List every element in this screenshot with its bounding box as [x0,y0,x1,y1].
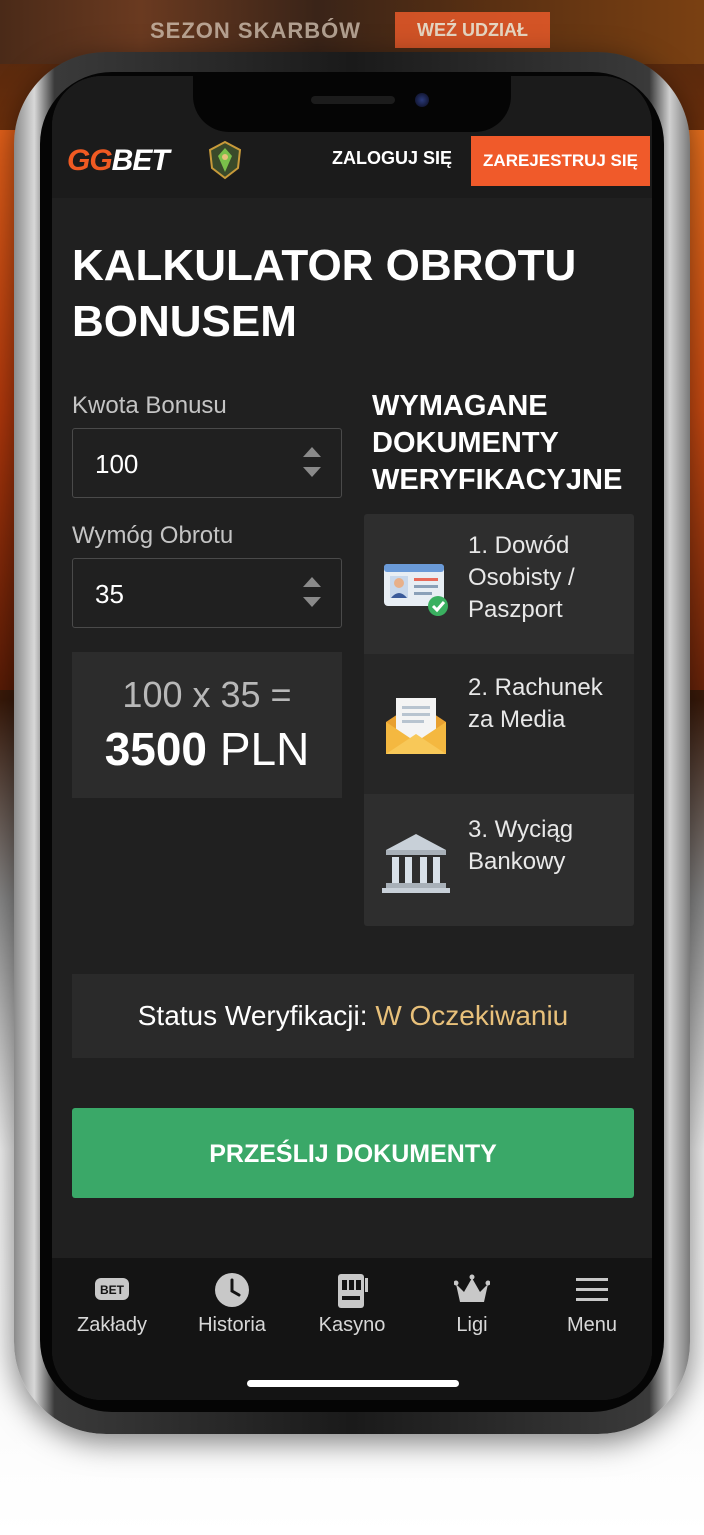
app-screen: GGBET ZALOGUJ SIĘ ZAREJESTRUJ SIĘ KALKUL… [52,76,652,1400]
nav-label: Zakłady [76,1314,148,1336]
chevron-up-icon[interactable] [303,577,321,587]
wager-requirement-input[interactable] [73,559,297,629]
result-equation: 100 x 35 = [122,674,292,715]
logo-bet: BET [111,144,170,177]
promo-title: SEZON SKARBÓW [150,18,361,43]
wager-stepper[interactable] [303,577,321,609]
bonus-amount-input[interactable] [73,429,297,499]
id-card-icon [384,564,448,616]
status-label: Status Weryfikacji: [137,1000,368,1031]
result-total: 3500 PLN [72,722,342,776]
verification-status: Status Weryfikacji: W Oczekiwaniu [72,974,634,1058]
envelope-document-icon [386,698,446,754]
document-label: 3. Wyciąg Bankowy [468,816,574,875]
bonus-stepper[interactable] [303,447,321,479]
nav-item-history[interactable]: Historia [172,1272,292,1342]
nav-label: Ligi [456,1314,488,1336]
bank-icon [382,834,450,893]
wager-requirement-field[interactable] [72,558,342,629]
svg-text:BET: BET [100,1283,125,1297]
speaker [311,96,395,104]
result-currency: PLN [219,723,310,775]
bottom-navigation: BET Zakłady Historia Kasyno Ligi Menu [52,1258,652,1400]
logo-gg: GG [67,144,113,177]
bet-icon: BET [95,1278,129,1300]
documents-list: 1. Dowód Osobisty / Paszport 2. Rachunek… [364,514,634,926]
calculation-result: 100 x 35 = 3500 PLN [72,652,342,798]
ggbet-logo[interactable]: GGBET [67,144,170,178]
team-emblem-icon [208,140,242,180]
menu-icon [576,1278,608,1301]
bonus-amount-label: Kwota Bonusu [72,392,227,419]
nav-label: Kasyno [318,1314,386,1336]
page-title: KALKULATOR OBROTU BONUSEM [72,241,577,346]
document-item-bank-statement[interactable]: 3. Wyciąg Bankowy [364,794,634,926]
camera [415,93,429,107]
home-indicator[interactable] [247,1380,459,1387]
documents-title: WYMAGANE DOKUMENTY WERYFIKACYJNE [372,390,623,496]
nav-item-bets[interactable]: BET Zakłady [52,1272,172,1342]
nav-item-casino[interactable]: Kasyno [292,1272,412,1342]
chevron-down-icon[interactable] [303,597,321,607]
nav-label: Menu [566,1314,618,1336]
login-button[interactable]: ZALOGUJ SIĘ [332,148,452,169]
document-item-utility-bill[interactable]: 2. Rachunek za Media [364,654,634,794]
register-button[interactable]: ZAREJESTRUJ SIĘ [471,136,650,186]
nav-label: Historia [198,1314,266,1336]
document-label: 2. Rachunek za Media [468,674,603,733]
crown-icon [454,1274,490,1302]
slot-machine-icon [338,1274,368,1308]
chevron-down-icon[interactable] [303,467,321,477]
nav-item-menu[interactable]: Menu [532,1272,652,1342]
document-item-id[interactable]: 1. Dowód Osobisty / Paszport [364,514,634,654]
status-value: W Oczekiwaniu [375,1000,569,1031]
wager-requirement-label: Wymóg Obrotu [72,522,234,549]
document-label: 1. Dowód Osobisty / Paszport [468,532,575,623]
result-amount: 3500 [104,723,208,775]
bonus-amount-field[interactable] [72,428,342,499]
nav-item-leagues[interactable]: Ligi [412,1272,532,1342]
phone-notch [193,76,511,132]
chevron-up-icon[interactable] [303,447,321,457]
clock-icon [215,1273,249,1307]
submit-documents-button[interactable]: PRZEŚLIJ DOKUMENTY [72,1108,634,1198]
promo-button[interactable]: WEŹ UDZIAŁ [395,12,550,48]
